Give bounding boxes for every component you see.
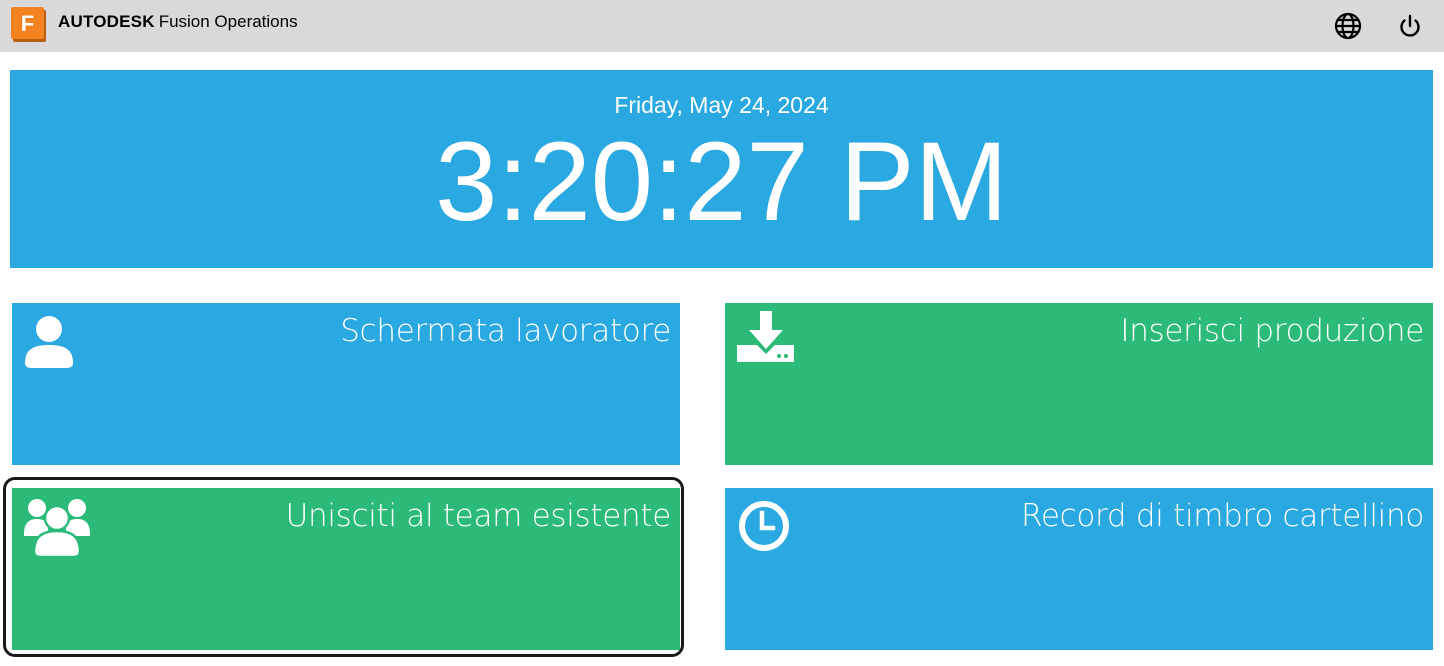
current-time: 3:20:27 PM [435, 119, 1008, 244]
team-icon [24, 496, 90, 563]
power-icon[interactable] [1395, 11, 1425, 41]
svg-text:F: F [21, 11, 34, 36]
globe-icon[interactable] [1333, 11, 1363, 41]
tile-label: Record di timbro cartellino [1021, 498, 1424, 534]
clock-panel: Friday, May 24, 2024 3:20:27 PM [10, 70, 1433, 268]
tile-enter-production[interactable]: Inserisci produzione [725, 303, 1433, 465]
tile-label: Unisciti al team esistente [285, 498, 672, 534]
download-tray-icon [737, 311, 795, 368]
tile-label: Schermata lavoratore [340, 313, 671, 349]
top-bar: F AUTODESK Fusion Operations [0, 0, 1444, 52]
clock-icon [738, 500, 790, 557]
brand-product: Fusion Operations [158, 12, 298, 31]
user-icon [24, 315, 74, 374]
app-brand: AUTODESK Fusion Operations [58, 12, 298, 32]
tile-label: Inserisci produzione [1120, 313, 1424, 349]
brand-company: AUTODESK [58, 12, 155, 31]
tile-worker-screen[interactable]: Schermata lavoratore [12, 303, 680, 465]
current-date: Friday, May 24, 2024 [614, 92, 829, 118]
tile-timecard-record[interactable]: Record di timbro cartellino [725, 488, 1433, 650]
tile-join-team[interactable]: Unisciti al team esistente [12, 488, 680, 650]
fusion-logo-icon: F [11, 7, 48, 43]
